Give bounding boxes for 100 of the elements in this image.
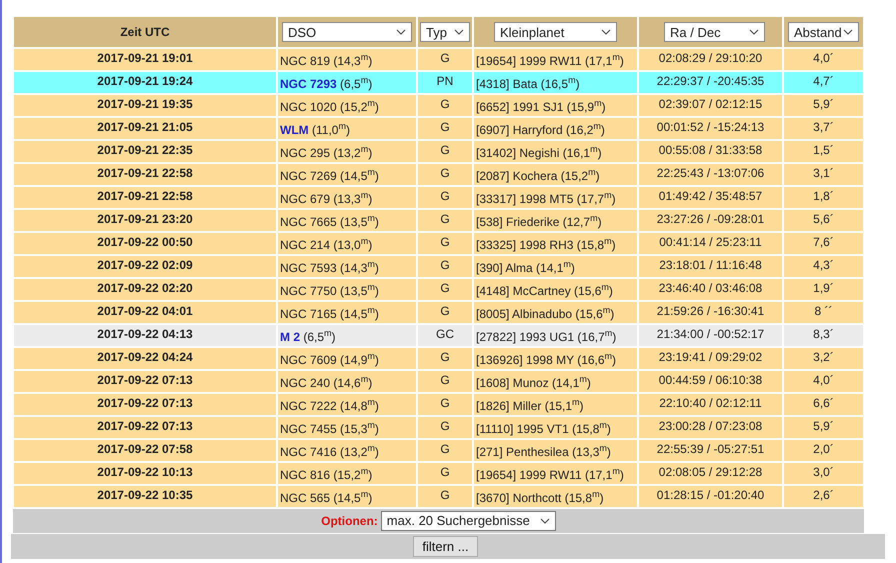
time-cell: 2017-09-22 07:13 — [13, 393, 277, 416]
dso-name: NGC 7165 (14,5$^{m}$) — [280, 307, 379, 321]
distance-text: 4,3´ — [813, 258, 834, 272]
distance-text: 7,6´ — [813, 235, 834, 249]
asteroid-name: [8005] Albinadubo (15,6$^{m}$) — [476, 307, 614, 321]
asteroid-name: [6907] Harryford (16,2$^{m}$) — [476, 123, 605, 137]
type-text: G — [440, 488, 450, 502]
dso-name: NGC 679 (13,3$^{m}$) — [280, 192, 372, 206]
asteroid-name: [33325] 1998 RH3 (15,8$^{m}$) — [476, 238, 616, 252]
column-filter-select[interactable]: Typ — [420, 22, 470, 42]
dso-name: NGC 7269 (14,5$^{m}$) — [280, 169, 379, 183]
dso-link[interactable]: WLM — [280, 123, 309, 137]
coordinates-text: 02:39:07 / 02:12:15 — [658, 97, 762, 111]
time-cell: 2017-09-22 02:09 — [13, 255, 277, 278]
distance-text: 3,0´ — [813, 465, 834, 479]
asteroid-name: [2087] Kochera (15,2$^{m}$) — [476, 169, 600, 183]
asteroid-name: [33317] 1998 MT5 (17,7$^{m}$) — [476, 192, 616, 206]
dso-name: NGC 295 (13,2$^{m}$) — [280, 146, 372, 160]
time-cell: 2017-09-21 19:01 — [13, 48, 277, 71]
column-header: Zeit UTC — [120, 25, 170, 39]
time-cell: 2017-09-22 04:13 — [13, 324, 277, 347]
chevron-down-icon — [540, 518, 550, 524]
asteroid-name: [271] Penthesilea (13,3$^{m}$) — [476, 445, 611, 459]
dso-name: NGC 7750 (13,5$^{m}$) — [280, 284, 379, 298]
type-text: G — [440, 258, 450, 272]
asteroid-name: [136926] 1998 MY (16,6$^{m}$) — [476, 353, 616, 367]
distance-text: 3,7´ — [813, 120, 834, 134]
type-text: GC — [436, 327, 454, 341]
type-text: G — [440, 465, 450, 479]
type-text: G — [440, 419, 450, 433]
time-cell: 2017-09-22 02:20 — [13, 278, 277, 301]
filter-button[interactable]: filtern ... — [413, 536, 478, 557]
type-text: G — [440, 350, 450, 364]
distance-text: 8,3´ — [813, 327, 834, 341]
column-filter-select[interactable]: Abstand — [788, 22, 859, 42]
results-limit-select[interactable]: max. 20 Suchergebnisse — [380, 511, 556, 532]
coordinates-text: 00:01:52 / -15:24:13 — [656, 120, 764, 134]
asteroid-name: [3670] Northcott (15,8$^{m}$) — [476, 491, 604, 505]
type-text: G — [440, 281, 450, 295]
time-cell: 2017-09-21 21:05 — [13, 117, 277, 140]
coordinates-text: 23:27:26 / -09:28:01 — [656, 212, 764, 226]
chevron-down-icon — [396, 29, 406, 35]
asteroid-name: [1826] Miller (15,1$^{m}$) — [476, 399, 584, 413]
coordinates-text: 22:25:43 / -13:07:06 — [656, 166, 764, 180]
distance-text: 1,8´ — [813, 189, 834, 203]
coordinates-text: 22:29:37 / -20:45:35 — [656, 74, 764, 88]
time-cell: 2017-09-21 19:24 — [13, 71, 277, 94]
coordinates-text: 00:55:08 / 31:33:58 — [658, 143, 762, 157]
distance-text: 3,2´ — [813, 350, 834, 364]
type-text: G — [440, 51, 450, 65]
distance-text: 5,6´ — [813, 212, 834, 226]
type-text: G — [440, 120, 450, 134]
column-filter-select[interactable]: DSO — [282, 22, 412, 42]
chevron-down-icon — [454, 29, 464, 35]
dso-link[interactable]: M 2 — [280, 330, 300, 344]
dso-name: NGC 7665 (13,5$^{m}$) — [280, 215, 379, 229]
distance-text: 4,7´ — [813, 74, 834, 88]
asteroid-name: [4318] Bata (16,5$^{m}$) — [476, 77, 580, 91]
dso-name: NGC 7455 (15,3$^{m}$) — [280, 422, 379, 436]
asteroid-name: [390] Alma (14,1$^{m}$) — [476, 261, 575, 275]
time-cell: 2017-09-22 04:24 — [13, 347, 277, 370]
asteroid-name: [27822] 1993 UG1 (16,7$^{m}$) — [476, 330, 616, 344]
type-text: G — [440, 189, 450, 203]
time-cell: 2017-09-21 19:35 — [13, 94, 277, 117]
distance-text: 6,6´ — [813, 396, 834, 410]
time-cell: 2017-09-21 22:35 — [13, 140, 277, 163]
asteroid-name: [538] Friederike (12,7$^{m}$) — [476, 215, 602, 229]
asteroid-name: [4148] McCartney (15,6$^{m}$) — [476, 284, 613, 298]
distance-text: 1,5´ — [813, 143, 834, 157]
chevron-down-icon — [843, 29, 853, 35]
coordinates-text: 21:34:00 / -00:52:17 — [656, 327, 764, 341]
coordinates-text: 21:59:26 / -16:30:41 — [656, 304, 764, 318]
dso-link[interactable]: NGC 7293 — [280, 77, 337, 91]
type-text: G — [440, 373, 450, 387]
dso-name: NGC 819 (14,3$^{m}$) — [280, 54, 372, 68]
column-filter-select[interactable]: Ra / Dec — [664, 22, 765, 42]
type-text: G — [440, 143, 450, 157]
dso-name: NGC 7593 (14,3$^{m}$) — [280, 261, 379, 275]
time-cell: 2017-09-22 00:50 — [13, 232, 277, 255]
dso-name: NGC 7609 (14,9$^{m}$) — [280, 353, 379, 367]
time-cell: 2017-09-21 23:20 — [13, 209, 277, 232]
type-text: G — [440, 235, 450, 249]
distance-text: 3,1´ — [813, 166, 834, 180]
time-cell: 2017-09-22 10:13 — [13, 462, 277, 485]
chevron-down-icon — [601, 29, 611, 35]
coordinates-text: 23:00:28 / 07:23:08 — [658, 419, 762, 433]
type-text: G — [440, 97, 450, 111]
dso-name: NGC 7222 (14,8$^{m}$) — [280, 399, 379, 413]
asteroid-name: [19654] 1999 RW11 (17,1$^{m}$) — [476, 468, 624, 482]
asteroid-name: [19654] 1999 RW11 (17,1$^{m}$) — [476, 54, 624, 68]
dso-name: NGC 240 (14,6$^{m}$) — [280, 376, 372, 390]
time-cell: 2017-09-22 10:35 — [13, 485, 277, 508]
time-cell: 2017-09-22 04:01 — [13, 301, 277, 324]
distance-text: 2,0´ — [813, 442, 834, 456]
dso-name: NGC 7416 (13,2$^{m}$) — [280, 445, 379, 459]
column-filter-select[interactable]: Kleinplanet — [494, 22, 617, 42]
coordinates-text: 02:08:29 / 29:10:20 — [658, 51, 762, 65]
coordinates-text: 00:41:14 / 25:23:11 — [659, 235, 762, 249]
type-text: PN — [436, 74, 454, 88]
time-cell: 2017-09-21 22:58 — [13, 186, 277, 209]
